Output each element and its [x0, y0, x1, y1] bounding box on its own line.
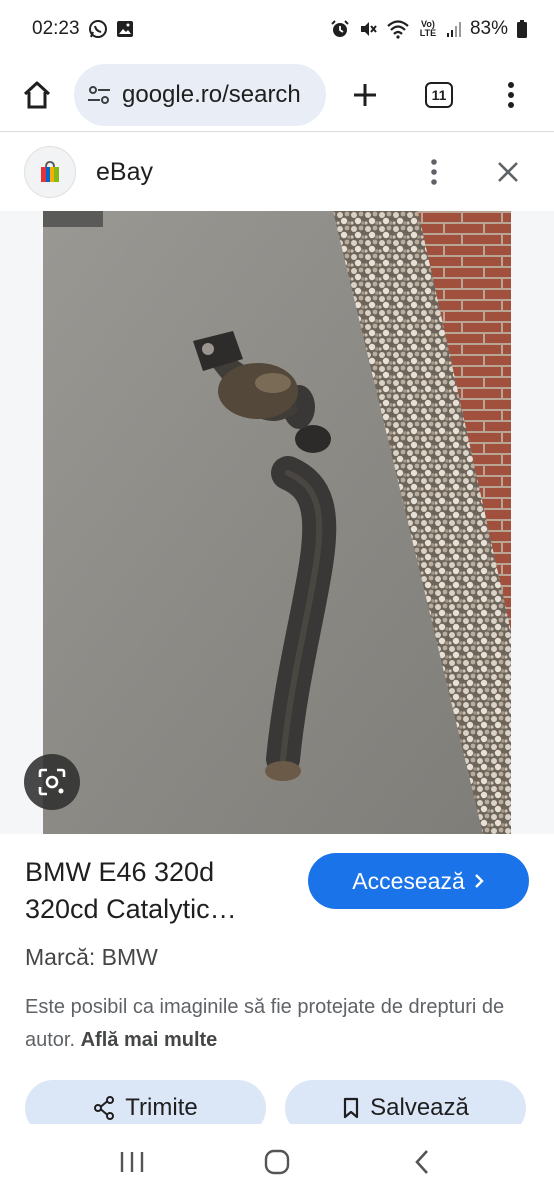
bookmark-icon — [344, 1097, 359, 1119]
lens-icon — [38, 768, 66, 796]
home-nav-button[interactable] — [247, 1132, 307, 1192]
status-left: 02:23 — [32, 18, 134, 40]
back-icon — [414, 1150, 428, 1174]
home-circle-icon — [264, 1149, 290, 1175]
visit-label: Accesează — [352, 867, 465, 894]
copyright-notice: Este posibil ca imaginile să fie proteja… — [25, 991, 525, 1057]
system-nav-bar — [0, 1124, 554, 1200]
more-vert-icon — [508, 81, 514, 108]
home-button[interactable] — [14, 72, 60, 118]
plus-icon — [354, 83, 376, 106]
recents-icon — [121, 1152, 144, 1172]
save-label: Salvează — [370, 1094, 469, 1121]
back-button[interactable] — [392, 1132, 452, 1192]
home-icon — [23, 81, 51, 108]
brand-label: Marcă: BMW — [25, 944, 158, 970]
source-header: eBay — [0, 133, 554, 211]
alarm-icon — [330, 19, 350, 39]
signal-icon — [446, 20, 462, 38]
close-icon — [498, 162, 518, 182]
ebay-bag-icon — [41, 161, 59, 182]
network-label: Vo) LTE — [419, 19, 437, 38]
lens-button[interactable] — [24, 754, 80, 810]
source-menu-button[interactable] — [412, 150, 456, 194]
status-bar: 02:23 Vo) LTE 83% — [0, 0, 554, 58]
gallery-icon — [116, 20, 134, 38]
visit-button[interactable]: Accesează — [308, 853, 529, 909]
battery-icon — [516, 19, 528, 39]
battery-percent: 83% — [469, 18, 508, 39]
mute-icon — [358, 19, 378, 39]
share-label: Trimite — [125, 1094, 198, 1121]
address-bar[interactable]: google.ro/search — [74, 63, 326, 126]
recents-button[interactable] — [102, 1132, 162, 1192]
product-photo[interactable] — [43, 211, 511, 834]
product-title[interactable]: BMW E46 320d 320cd Catalytic… — [25, 854, 295, 928]
status-time: 02:23 — [32, 18, 80, 39]
wifi-icon — [386, 19, 410, 39]
browser-toolbar: google.ro/search 11 — [0, 58, 554, 132]
more-vert-icon — [431, 159, 437, 185]
close-button[interactable] — [486, 150, 530, 194]
tune-icon[interactable] — [86, 82, 112, 108]
url-text: google.ro/search — [122, 80, 301, 108]
tabs-icon: 11 — [425, 81, 453, 108]
site-favicon[interactable] — [24, 146, 76, 198]
site-name[interactable]: eBay — [96, 158, 412, 187]
chevron-right-icon — [474, 874, 484, 888]
image-preview — [0, 211, 554, 834]
new-tab-button[interactable] — [342, 72, 388, 118]
share-icon — [94, 1096, 115, 1120]
whatsapp-icon — [88, 19, 108, 39]
tab-switcher-button[interactable]: 11 — [416, 72, 462, 118]
browser-menu-button[interactable] — [488, 72, 534, 118]
result-info-panel: BMW E46 320d 320cd Catalytic… Accesează … — [0, 834, 554, 1136]
tab-count: 11 — [431, 86, 447, 103]
learn-more-link[interactable]: Află mai multe — [81, 1029, 218, 1051]
status-right: Vo) LTE 83% — [330, 18, 528, 40]
